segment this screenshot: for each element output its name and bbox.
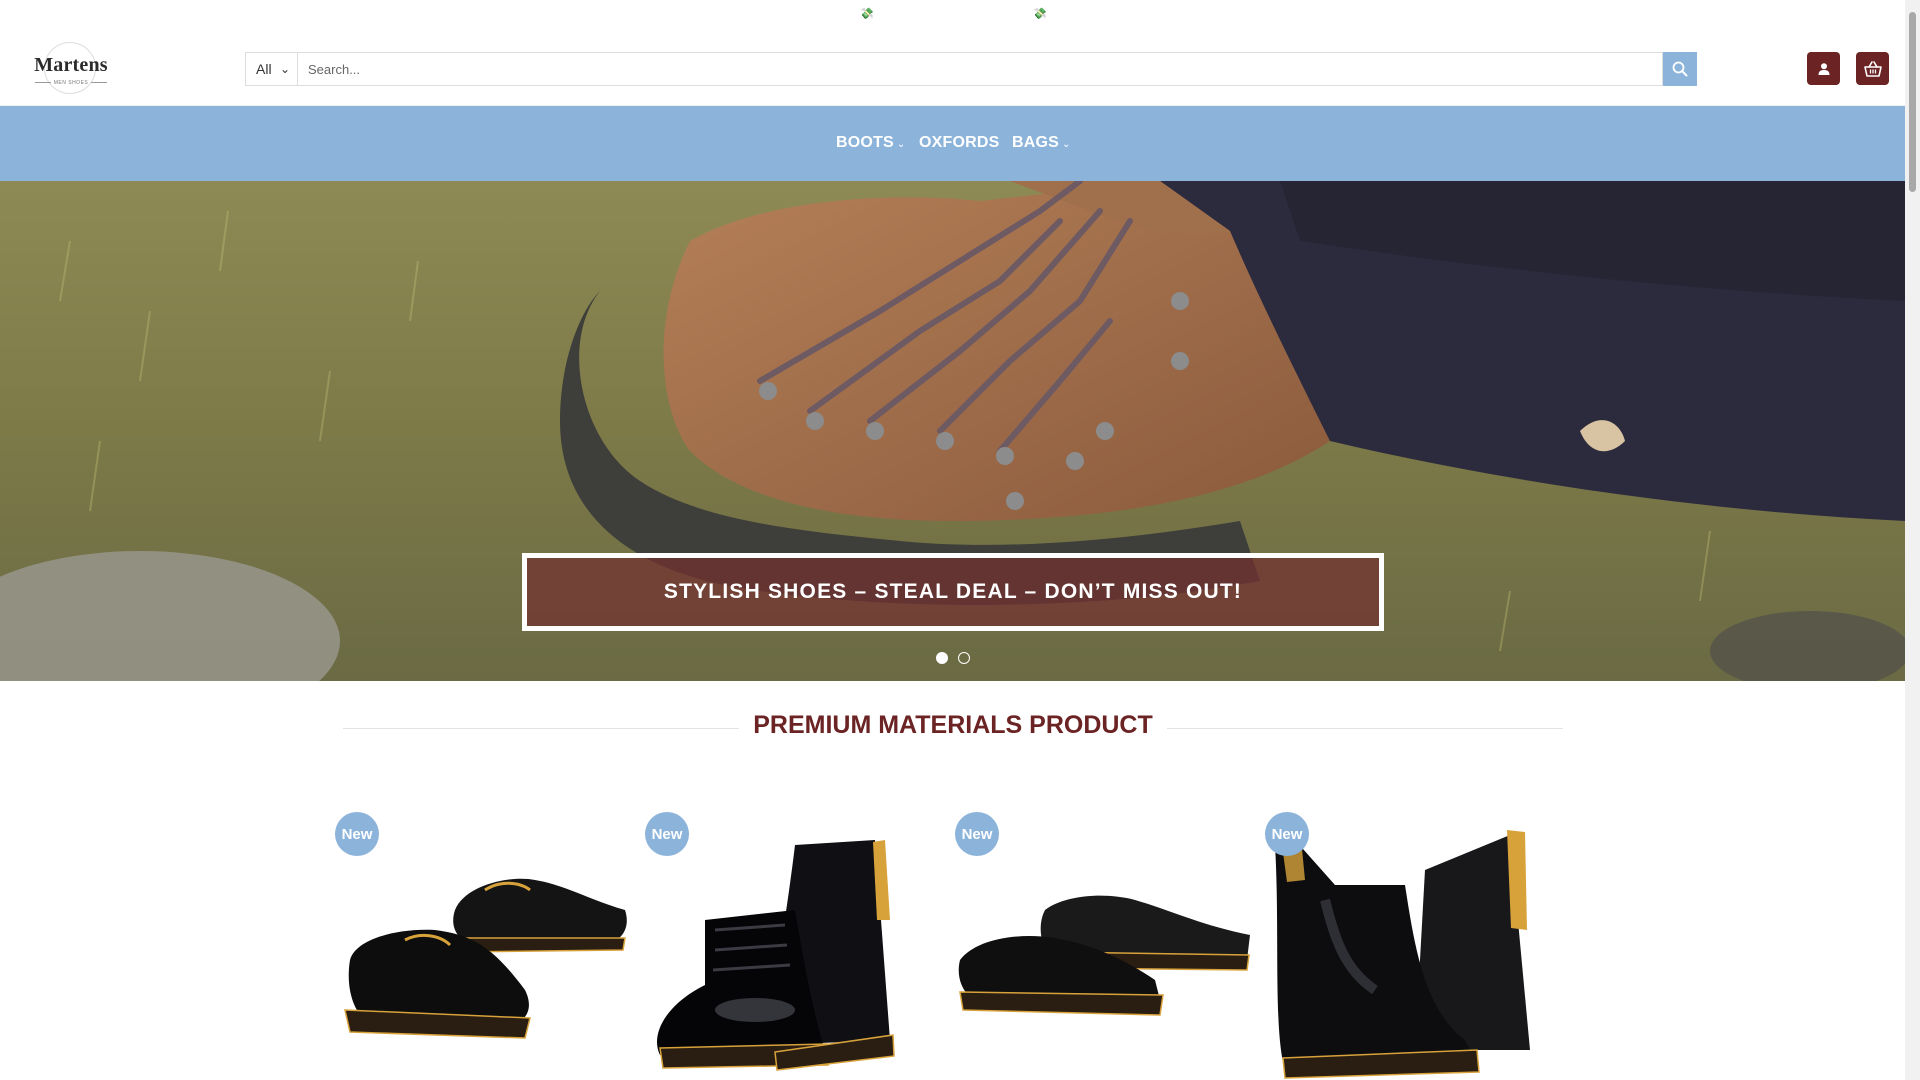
money-icon: 💸 — [860, 8, 874, 20]
logo-name: Martens — [34, 54, 108, 76]
product-image[interactable] — [335, 810, 635, 1080]
page: 💸 💸 Martens MEN SHOES All ⌄ Search... BO… — [0, 0, 1905, 1080]
product-card[interactable]: New — [955, 810, 1255, 1080]
header: Martens MEN SHOES All ⌄ — [0, 28, 1905, 106]
user-icon — [1818, 62, 1829, 75]
section-title: PREMIUM MATERIALS PRODUCT — [753, 711, 1153, 739]
chevron-down-icon: ⌄ — [896, 139, 906, 150]
slider-dot-2[interactable] — [958, 652, 970, 664]
product-image[interactable] — [645, 810, 945, 1080]
product-card[interactable]: New — [1265, 810, 1565, 1080]
nav-item-label: BAGS — [1012, 134, 1060, 151]
hero-slider[interactable]: STYLISH SHOES – STEAL DEAL – DON’T MISS … — [0, 181, 1905, 681]
new-badge: New — [645, 812, 689, 856]
category-selected: All — [256, 61, 272, 77]
product-image[interactable] — [955, 810, 1255, 1080]
top-bar: 💸 💸 — [0, 0, 1905, 28]
search-bar: All ⌄ — [245, 52, 1697, 86]
search-icon — [1672, 61, 1688, 77]
main-nav: BOOTS ⌄ OXFORDS BAGS ⌄ — [0, 106, 1905, 181]
nav-item-boots[interactable]: BOOTS ⌄ — [836, 134, 905, 152]
hero-banner-text: STYLISH SHOES – STEAL DEAL – DON’T MISS … — [663, 580, 1243, 603]
money-icon: 💸 — [1033, 8, 1047, 20]
search-button[interactable] — [1663, 52, 1697, 86]
section-header: PREMIUM MATERIALS PRODUCT — [343, 711, 1563, 745]
nav-item-oxfords[interactable]: OXFORDS — [919, 134, 1000, 152]
product-card[interactable]: New — [645, 810, 945, 1080]
search-input[interactable] — [297, 52, 1663, 86]
new-badge: New — [335, 812, 379, 856]
basket-icon — [1863, 60, 1882, 77]
scrollbar-thumb[interactable] — [1909, 12, 1916, 192]
divider — [1167, 728, 1563, 729]
chevron-down-icon: ⌄ — [280, 62, 291, 76]
logo-tagline: MEN SHOES — [30, 80, 112, 86]
nav-item-bags[interactable]: BAGS ⌄ — [1012, 134, 1071, 152]
hero-banner[interactable]: STYLISH SHOES – STEAL DEAL – DON’T MISS … — [522, 553, 1384, 631]
chevron-down-icon: ⌄ — [1062, 139, 1071, 150]
account-button[interactable] — [1807, 52, 1840, 85]
nav-item-label: BOOTS — [836, 134, 894, 151]
scrollbar-track — [1905, 0, 1920, 1080]
category-select[interactable]: All ⌄ — [245, 52, 297, 86]
product-card[interactable]: New — [335, 810, 635, 1080]
product-image[interactable] — [1265, 810, 1565, 1080]
slider-dots — [936, 652, 970, 664]
cart-button[interactable] — [1856, 52, 1889, 85]
new-badge: New — [1265, 812, 1309, 856]
nav-item-label: OXFORDS — [919, 134, 1000, 151]
slider-dot-1[interactable] — [936, 652, 948, 664]
new-badge: New — [955, 812, 999, 856]
logo[interactable]: Martens MEN SHOES — [26, 40, 116, 96]
